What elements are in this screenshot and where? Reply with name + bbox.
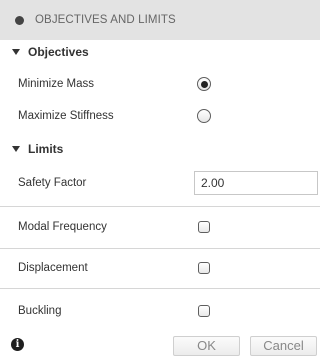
- minimize-mass-row: Minimize Mass: [0, 70, 320, 98]
- panel-title-bar: OBJECTIVES AND LIMITS: [0, 0, 320, 40]
- modal-frequency-row: Modal Frequency: [0, 212, 320, 242]
- maximize-stiffness-row: Maximize Stiffness: [0, 101, 320, 131]
- objectives-section-header[interactable]: Objectives: [0, 40, 320, 63]
- objectives-heading: Objectives: [28, 44, 89, 59]
- objectives-and-limits-panel: OBJECTIVES AND LIMITS Objectives Minimiz…: [0, 0, 320, 356]
- limits-heading: Limits: [28, 141, 64, 156]
- safety-factor-row: Safety Factor: [0, 168, 320, 198]
- buckling-checkbox[interactable]: [198, 305, 210, 317]
- expand-caret-icon: [12, 48, 20, 55]
- modal-frequency-label: Modal Frequency: [18, 221, 107, 233]
- safety-factor-input[interactable]: [194, 171, 318, 195]
- modal-frequency-checkbox[interactable]: [198, 221, 210, 233]
- limits-section-header[interactable]: Limits: [0, 137, 320, 160]
- displacement-row: Displacement: [0, 253, 320, 283]
- dialog-footer: i OK Cancel: [0, 333, 320, 356]
- displacement-label: Displacement: [18, 262, 88, 274]
- maximize-stiffness-label: Maximize Stiffness: [18, 110, 114, 122]
- safety-factor-label: Safety Factor: [18, 177, 87, 189]
- panel-title: OBJECTIVES AND LIMITS: [35, 14, 176, 26]
- displacement-checkbox[interactable]: [198, 262, 210, 274]
- expand-caret-icon: [12, 145, 20, 152]
- collapse-dot-icon[interactable]: [15, 15, 24, 25]
- divider: [0, 288, 320, 289]
- buckling-label: Buckling: [18, 305, 62, 317]
- minimize-mass-label: Minimize Mass: [18, 78, 95, 90]
- cancel-button[interactable]: Cancel: [250, 336, 317, 356]
- ok-button[interactable]: OK: [173, 336, 240, 356]
- buckling-row: Buckling: [0, 296, 320, 326]
- minimize-mass-radio[interactable]: [197, 77, 211, 91]
- divider: [0, 206, 320, 207]
- maximize-stiffness-radio[interactable]: [197, 109, 211, 123]
- info-icon[interactable]: i: [11, 338, 24, 351]
- divider: [0, 248, 320, 249]
- radio-selected-dot: [200, 80, 208, 88]
